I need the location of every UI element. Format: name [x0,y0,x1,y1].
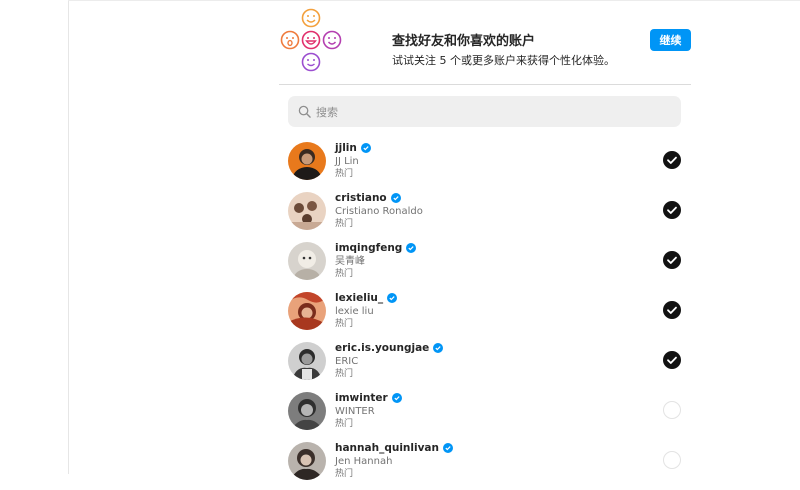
user-info: lexieliu_ lexie liu 热门 [335,293,398,329]
user-info: imwinter WINTER 热门 [335,393,402,429]
header-subtitle: 试试关注 5 个或更多账户来获得个性化体验。 [392,54,615,67]
select-toggle[interactable] [663,251,681,269]
select-toggle[interactable] [663,301,681,319]
avatar[interactable] [288,342,326,380]
user-info: eric.is.youngjae ERIC 热门 [335,343,444,379]
header-text: 查找好友和你喜欢的账户 试试关注 5 个或更多账户来获得个性化体验。 [392,30,652,68]
header-title: 查找好友和你喜欢的账户 [392,34,536,49]
user-info: cristiano Cristiano Ronaldo 热门 [335,193,423,229]
verified-badge-icon [360,143,371,154]
select-toggle[interactable] [663,151,681,169]
verified-badge-icon [443,443,453,454]
user-name: JJ Lin [335,155,359,167]
user-row[interactable]: cristiano Cristiano Ronaldo 热门 [288,192,688,240]
user-name: lexie liu [335,305,374,317]
check-icon [667,156,677,164]
user-tag: 热门 [335,218,354,229]
user-name: 吴青峰 [335,255,365,267]
user-handle[interactable]: imwinter [335,393,388,404]
user-info: jjlin JJ Lin 热门 [335,143,371,179]
select-toggle[interactable] [663,201,681,219]
verified-badge-icon [391,393,402,404]
user-row[interactable]: jjlin JJ Lin 热门 [288,142,688,190]
user-tag: 热门 [335,468,354,479]
verified-badge-icon [390,193,401,204]
search-input[interactable]: 搜索 [288,96,681,127]
user-name: ERIC [335,355,359,367]
user-handle[interactable]: jjlin [335,143,357,154]
continue-button[interactable]: 继续 [650,29,691,51]
suggestions-column: 查找好友和你喜欢的账户 试试关注 5 个或更多账户来获得个性化体验。 继续 搜索… [279,0,691,480]
avatar[interactable] [288,392,326,430]
user-tag: 热门 [335,368,354,379]
user-row[interactable]: imqingfeng 吴青峰 热门 [288,242,688,290]
user-handle[interactable]: lexieliu_ [335,293,383,304]
check-icon [667,306,677,314]
suggestions-header: 查找好友和你喜欢的账户 试试关注 5 个或更多账户来获得个性化体验。 继续 [279,6,691,78]
select-toggle[interactable] [663,401,681,419]
user-handle[interactable]: hannah_quinlivan [335,443,439,454]
user-handle[interactable]: eric.is.youngjae [335,343,429,354]
avatar[interactable] [288,292,326,330]
search-icon [298,105,311,118]
user-name: Jen Hannah [335,455,393,467]
header-divider [279,84,691,85]
user-row[interactable]: imwinter WINTER 热门 [288,392,688,440]
user-tag: 热门 [335,318,354,329]
user-info: imqingfeng 吴青峰 热门 [335,243,417,279]
check-icon [667,356,677,364]
avatar[interactable] [288,192,326,230]
select-toggle[interactable] [663,351,681,369]
verified-badge-icon [406,243,417,254]
verified-badge-icon [387,293,398,304]
check-icon [667,206,677,214]
check-icon [667,256,677,264]
user-info: hannah_quinlivan Jen Hannah 热门 [335,443,453,479]
select-toggle[interactable] [663,451,681,469]
user-row[interactable]: eric.is.youngjae ERIC 热门 [288,342,688,390]
user-tag: 热门 [335,168,354,179]
emoji-faces-icon [279,6,345,72]
user-handle[interactable]: cristiano [335,193,387,204]
user-name: Cristiano Ronaldo [335,205,423,217]
verified-badge-icon [433,343,444,354]
avatar[interactable] [288,142,326,180]
user-name: WINTER [335,405,375,417]
avatar[interactable] [288,442,326,480]
left-navigation-rail [0,0,69,474]
avatar[interactable] [288,242,326,280]
user-row[interactable]: lexieliu_ lexie liu 热门 [288,292,688,340]
user-tag: 热门 [335,418,354,429]
search-placeholder: 搜索 [316,106,338,119]
user-row[interactable]: hannah_quinlivan Jen Hannah 热门 [288,442,688,490]
user-tag: 热门 [335,268,354,279]
user-handle[interactable]: imqingfeng [335,243,402,254]
